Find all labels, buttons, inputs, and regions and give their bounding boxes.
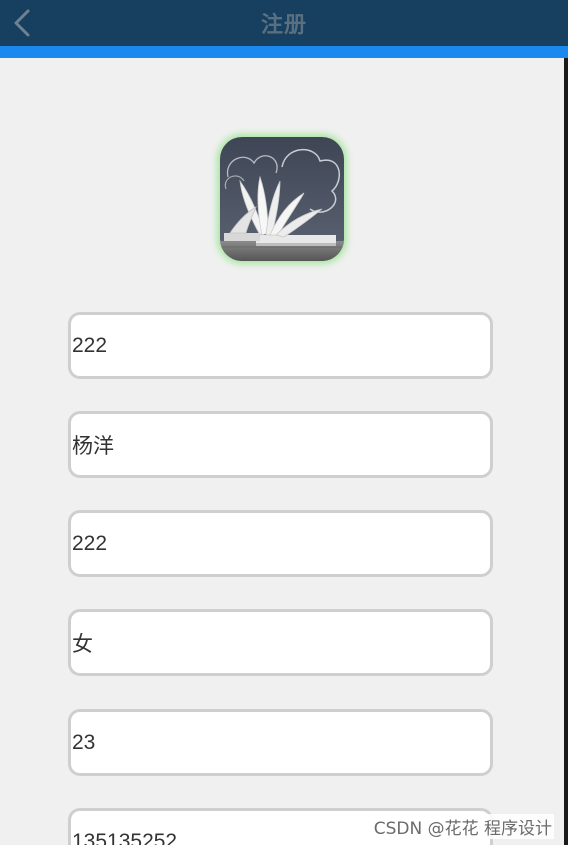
username-field[interactable] [68, 312, 493, 379]
age-field[interactable] [68, 709, 493, 776]
open-book-icon [220, 137, 344, 261]
register-screen: 注册 222 杨洋 222 女 23 135135252 CSDN @花花 程序… [0, 0, 568, 845]
gender-field[interactable] [68, 609, 493, 676]
password-input[interactable] [71, 513, 490, 574]
username-input[interactable] [71, 315, 490, 376]
page-title: 注册 [260, 13, 307, 38]
app-logo [220, 137, 344, 261]
age-input[interactable] [71, 712, 490, 773]
window-edge [564, 58, 568, 845]
watermark: CSDN @花花 程序设计 [371, 814, 554, 839]
header-bar: 注册 [0, 0, 568, 46]
chevron-left-icon [14, 9, 30, 37]
accent-bar [0, 46, 568, 58]
real-name-input[interactable] [71, 414, 490, 475]
back-button[interactable] [8, 6, 36, 40]
gender-input[interactable] [71, 612, 490, 673]
real-name-field[interactable] [68, 411, 493, 478]
password-field[interactable] [68, 510, 493, 577]
